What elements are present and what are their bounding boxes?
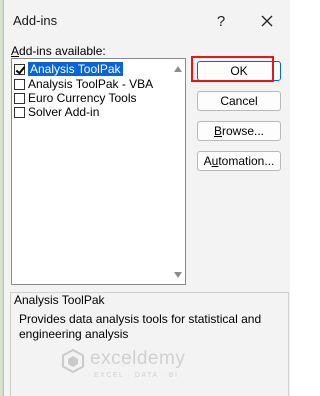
addins-listbox[interactable]: Analysis ToolPak Analysis ToolPak - VBA …	[11, 58, 186, 285]
list-item-label: Analysis ToolPak - VBA	[28, 77, 154, 91]
list-item-euro-currency-tools[interactable]: Euro Currency Tools	[14, 91, 169, 105]
cancel-button[interactable]: Cancel	[197, 91, 281, 111]
scroll-down-arrow-icon[interactable]	[174, 272, 182, 278]
dialog-title: Add-ins	[13, 13, 58, 28]
checkbox-euro-currency-tools[interactable]	[14, 92, 25, 104]
description-title: Analysis ToolPak	[14, 293, 105, 307]
close-icon	[261, 15, 273, 27]
list-item-solver-addin[interactable]: Solver Add-in	[14, 105, 169, 119]
addins-dialog: Add-ins ? Add-ins available: Analysis To…	[3, 0, 290, 396]
watermark-name: exceldemy	[90, 348, 186, 369]
list-item-analysis-toolpak[interactable]: Analysis ToolPak	[14, 62, 169, 76]
exceldemy-watermark: exceldemy EXCEL · DATA · BI	[60, 346, 240, 386]
list-item-label: Analysis ToolPak	[28, 62, 123, 76]
checkbox-analysis-toolpak-vba[interactable]	[14, 78, 25, 90]
list-item-label: Solver Add-in	[28, 105, 100, 119]
addins-available-label: Add-ins available:	[11, 44, 106, 58]
list-item-label: Euro Currency Tools	[28, 91, 137, 105]
list-item-analysis-toolpak-vba[interactable]: Analysis ToolPak - VBA	[14, 77, 169, 91]
ok-button[interactable]: OK	[197, 61, 281, 81]
help-icon: ?	[216, 12, 226, 30]
browse-button[interactable]: Browse...	[197, 121, 281, 141]
description-text: Provides data analysis tools for statist…	[19, 312, 262, 341]
close-button[interactable]	[250, 8, 284, 34]
listbox-scrollbar[interactable]	[171, 59, 185, 284]
watermark-tagline: EXCEL · DATA · BI	[94, 372, 179, 379]
checkbox-solver-addin[interactable]	[14, 106, 25, 118]
exceldemy-logo-icon	[62, 348, 84, 374]
help-button[interactable]: ?	[206, 8, 236, 34]
checkbox-analysis-toolpak[interactable]	[14, 63, 25, 75]
automation-button[interactable]: Au tomation...	[197, 151, 281, 171]
scroll-up-arrow-icon[interactable]	[174, 66, 182, 72]
